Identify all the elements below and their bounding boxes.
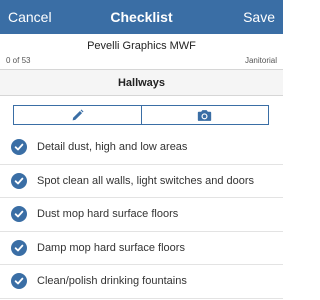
navbar: Cancel Checklist Save [0, 0, 283, 34]
checkmark-circle-icon[interactable] [11, 206, 27, 223]
edit-button[interactable] [14, 106, 141, 124]
checkmark-circle-icon[interactable] [11, 172, 27, 189]
section-title: Hallways [117, 77, 166, 89]
list-item[interactable]: Detail dust, high and low areas [0, 131, 283, 165]
checklist: Detail dust, high and low areas Spot cle… [0, 131, 283, 299]
category-label: Janitorial [244, 56, 277, 65]
list-item-label: Detail dust, high and low areas [37, 141, 188, 154]
location-header: Pevelli Graphics MWF 0 of 53 Janitorial [0, 34, 283, 70]
cancel-button[interactable]: Cancel [8, 0, 52, 34]
list-item[interactable]: Clean/polish drinking fountains [0, 265, 283, 299]
list-item-label: Damp mop hard surface floors [37, 241, 185, 254]
location-name: Pevelli Graphics MWF [87, 40, 196, 52]
section-header: Hallways [0, 70, 283, 96]
list-item[interactable]: Dust mop hard surface floors [0, 198, 283, 232]
photo-button[interactable] [140, 106, 268, 124]
list-item[interactable]: Damp mop hard surface floors [0, 232, 283, 265]
list-item[interactable]: Spot clean all walls, light switches and… [0, 165, 283, 198]
pencil-icon [72, 108, 84, 120]
progress-count: 0 of 53 [6, 56, 31, 65]
camera-icon [198, 109, 212, 121]
list-item-label: Dust mop hard surface floors [37, 208, 179, 221]
checkmark-circle-icon[interactable] [11, 273, 27, 290]
checkmark-circle-icon[interactable] [11, 139, 27, 156]
checkmark-circle-icon[interactable] [11, 239, 27, 256]
item-toolbar [13, 105, 269, 125]
list-item-label: Clean/polish drinking fountains [37, 275, 187, 288]
save-button[interactable]: Save [243, 0, 275, 34]
list-item-label: Spot clean all walls, light switches and… [37, 174, 255, 187]
